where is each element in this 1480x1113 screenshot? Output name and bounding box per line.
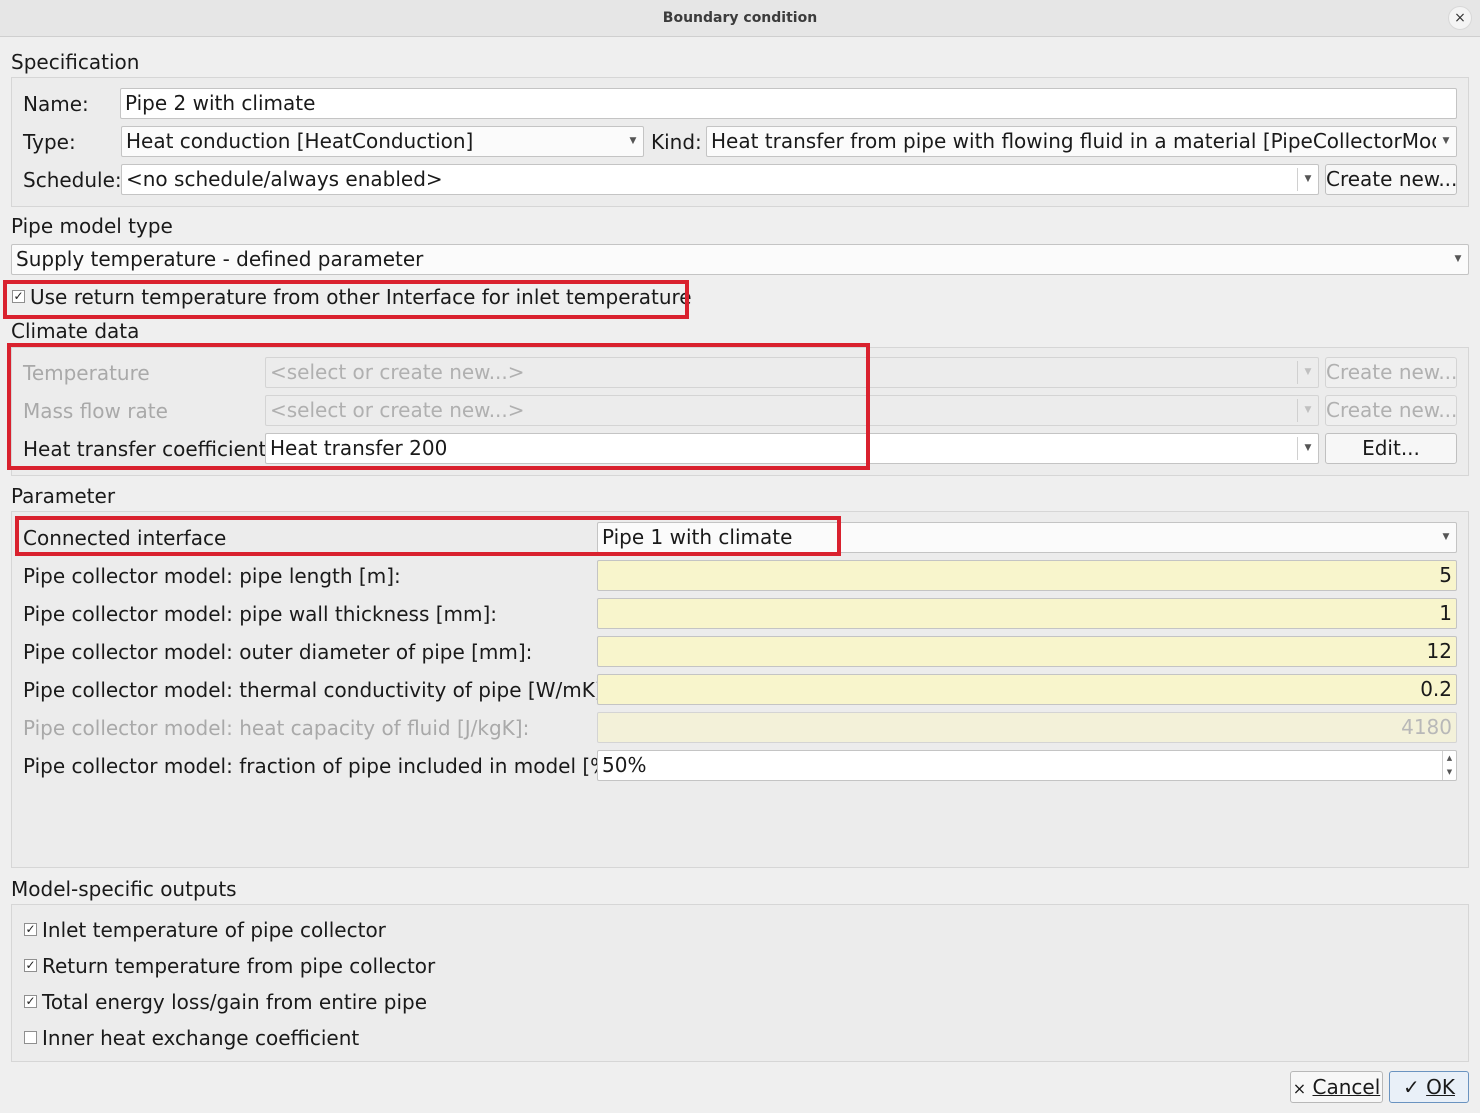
schedule-value: <no schedule/always enabled>	[126, 167, 443, 191]
wall-thickness-input[interactable]: 1	[597, 598, 1457, 629]
title-bar: Boundary condition ×	[0, 0, 1480, 37]
close-icon: ×	[1292, 1079, 1307, 1098]
htc-edit-button[interactable]: Edit...	[1325, 433, 1457, 464]
outer-diameter-input[interactable]: 12	[597, 636, 1457, 667]
output-label-inlet: Inlet temperature of pipe collector	[42, 918, 386, 942]
use-return-label: Use return temperature from other Interf…	[30, 285, 692, 309]
climate-title: Climate data	[11, 319, 140, 343]
output-label-return: Return temperature from pipe collector	[42, 954, 436, 978]
output-checkbox-inner-htc[interactable]	[24, 1031, 37, 1044]
output-checkbox-return[interactable]: ✓	[24, 959, 37, 972]
pipe-length-input[interactable]: 5	[597, 560, 1457, 591]
output-checkbox-energy[interactable]: ✓	[24, 995, 37, 1008]
temperature-create-new-button[interactable]: Create new...	[1325, 357, 1457, 388]
chevron-down-icon: ▼	[1304, 174, 1312, 184]
specification-title: Specification	[11, 50, 140, 74]
kind-value: Heat transfer from pipe with flowing flu…	[711, 129, 1457, 153]
output-checkbox-inlet[interactable]: ✓	[24, 923, 37, 936]
param-label-pipe-length: Pipe collector model: pipe length [m]:	[23, 564, 401, 588]
connected-interface-combo[interactable]: Pipe 1 with climate ▼	[597, 522, 1457, 553]
param-label-wall-thickness: Pipe collector model: pipe wall thicknes…	[23, 602, 498, 626]
type-value: Heat conduction [HeatConduction]	[126, 129, 474, 153]
chevron-down-icon[interactable]: ▼	[1443, 765, 1456, 779]
chevron-down-icon: ▼	[1436, 127, 1456, 156]
chevron-down-icon: ▼	[1442, 532, 1450, 542]
chevron-down-icon: ▼	[1304, 443, 1312, 453]
param-label-thermal-conductivity: Pipe collector model: thermal conductivi…	[23, 678, 610, 702]
output-label-energy: Total energy loss/gain from entire pipe	[42, 990, 427, 1014]
htc-value: Heat transfer 200	[270, 436, 448, 460]
use-return-checkbox[interactable]: ✓	[12, 290, 25, 303]
temperature-label: Temperature	[23, 361, 150, 385]
mass-flow-label: Mass flow rate	[23, 399, 168, 423]
mass-flow-value: <select or create new...>	[270, 398, 525, 422]
cancel-button[interactable]: × Cancel	[1290, 1071, 1383, 1103]
thermal-conductivity-input[interactable]: 0.2	[597, 674, 1457, 705]
param-label-fraction: Pipe collector model: fraction of pipe i…	[23, 754, 624, 778]
temperature-value: <select or create new...>	[270, 360, 525, 384]
kind-combo[interactable]: Heat transfer from pipe with flowing flu…	[706, 126, 1457, 157]
type-label: Type:	[23, 130, 76, 154]
chevron-down-icon: ▼	[1454, 254, 1462, 264]
htc-combo[interactable]: Heat transfer 200 ▼	[265, 433, 1319, 464]
outputs-title: Model-specific outputs	[11, 877, 237, 901]
ok-label: OK	[1426, 1075, 1455, 1099]
connected-interface-label: Connected interface	[23, 526, 227, 550]
fraction-value: 50%	[602, 753, 647, 777]
temperature-combo[interactable]: <select or create new...> ▼	[265, 357, 1319, 388]
pipe-model-value: Supply temperature - defined parameter	[16, 247, 424, 271]
htc-label: Heat transfer coefficient	[23, 437, 267, 461]
chevron-down-icon: ▼	[1304, 405, 1312, 415]
param-label-heat-capacity: Pipe collector model: heat capacity of f…	[23, 716, 530, 740]
schedule-combo[interactable]: <no schedule/always enabled> ▼	[121, 164, 1319, 195]
pipe-model-combo[interactable]: Supply temperature - defined parameter ▼	[11, 244, 1469, 275]
heat-capacity-input[interactable]: 4180	[597, 712, 1457, 743]
cancel-label: Cancel	[1312, 1075, 1381, 1099]
name-input[interactable]: Pipe 2 with climate	[120, 88, 1457, 119]
chevron-down-icon: ▼	[629, 136, 637, 146]
window-title: Boundary condition	[662, 10, 818, 26]
fraction-spinbox[interactable]: 50% ▲ ▼	[597, 750, 1457, 781]
kind-label: Kind:	[651, 130, 702, 154]
connected-interface-value: Pipe 1 with climate	[602, 525, 793, 549]
type-combo[interactable]: Heat conduction [HeatConduction] ▼	[121, 126, 644, 157]
name-label: Name:	[23, 92, 89, 116]
output-label-inner-htc: Inner heat exchange coefficient	[42, 1026, 360, 1050]
mass-flow-create-new-button[interactable]: Create new...	[1325, 395, 1457, 426]
param-label-outer-diameter: Pipe collector model: outer diameter of …	[23, 640, 533, 664]
ok-button[interactable]: ✓ OK	[1389, 1071, 1469, 1103]
spin-buttons[interactable]: ▲ ▼	[1442, 751, 1456, 780]
check-icon: ✓	[1403, 1075, 1420, 1099]
parameter-title: Parameter	[11, 484, 116, 508]
chevron-up-icon[interactable]: ▲	[1443, 751, 1456, 765]
schedule-label: Schedule:	[23, 168, 122, 192]
pipe-model-title: Pipe model type	[11, 214, 173, 238]
close-icon[interactable]: ×	[1448, 6, 1472, 30]
chevron-down-icon: ▼	[1304, 367, 1312, 377]
schedule-create-new-button[interactable]: Create new...	[1325, 164, 1457, 195]
mass-flow-combo[interactable]: <select or create new...> ▼	[265, 395, 1319, 426]
